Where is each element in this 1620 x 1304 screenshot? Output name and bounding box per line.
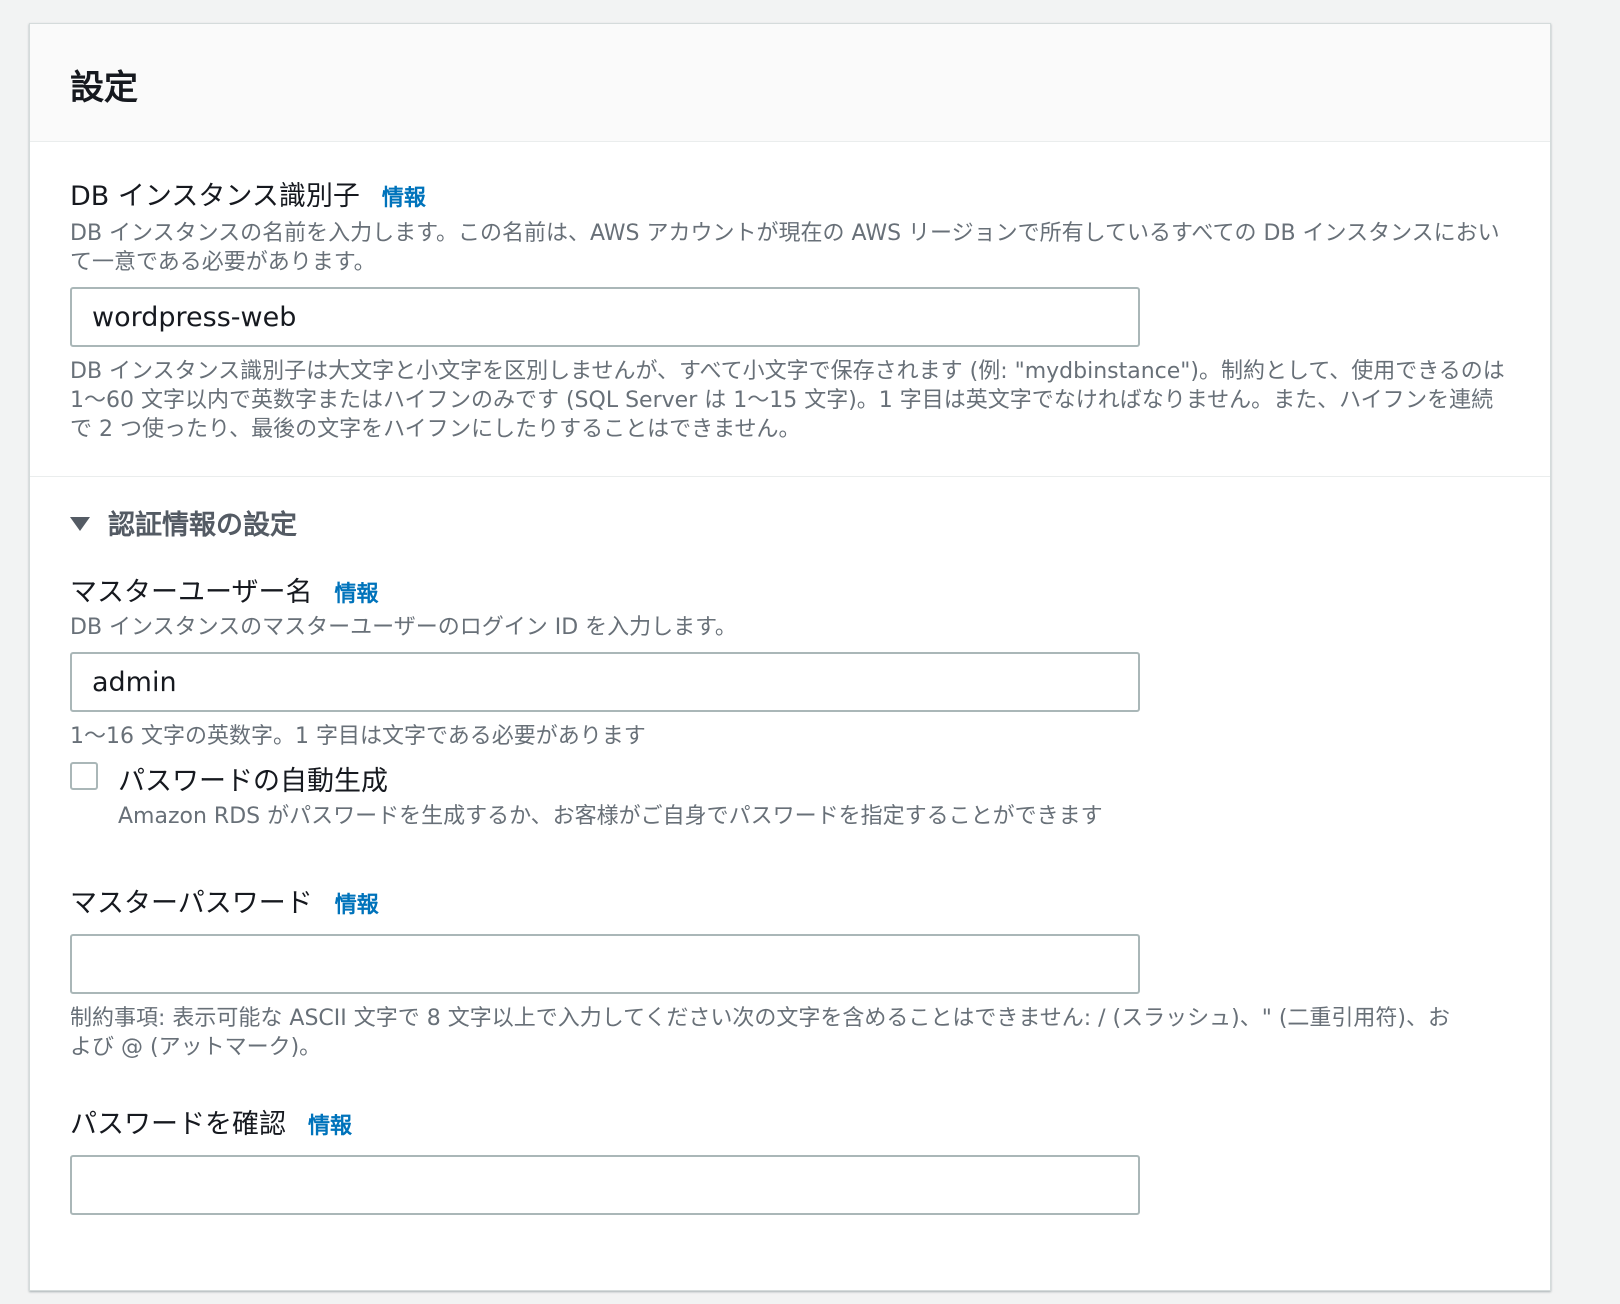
- auto-generate-password-description: Amazon RDS がパスワードを生成するか、お客様がご自身でパスワードを指定…: [118, 804, 1103, 829]
- page-title: 設定: [70, 68, 138, 108]
- confirm-password-info-link[interactable]: 情報: [308, 1108, 352, 1140]
- master-username-input[interactable]: admin: [70, 652, 1140, 712]
- master-username-label-row: マスターユーザー名 情報: [70, 570, 1510, 609]
- instance-identifier-info-link[interactable]: 情報: [382, 180, 426, 212]
- panel-header: 設定: [30, 24, 1550, 142]
- confirm-password-label: パスワードを確認: [70, 1109, 286, 1140]
- credentials-section: 認証情報の設定 マスターユーザー名 情報 DB インスタンスのマスターユーザーの…: [30, 477, 1550, 1215]
- credentials-expander[interactable]: 認証情報の設定: [70, 503, 1510, 542]
- master-username-constraint: 1〜16 文字の英数字。1 字目は文字である必要があります: [70, 724, 646, 749]
- confirm-password-input[interactable]: [70, 1155, 1140, 1215]
- instance-identifier-value: wordpress-web: [92, 301, 297, 333]
- master-username-info-link[interactable]: 情報: [334, 576, 378, 608]
- instance-identifier-description: DB インスタンスの名前を入力します。この名前は、AWS アカウントが現在の A…: [70, 221, 1500, 275]
- instance-identifier-label: DB インスタンス識別子: [70, 181, 360, 212]
- master-username-label: マスターユーザー名: [70, 577, 313, 608]
- auto-generate-password-option: パスワードの自動生成 Amazon RDS がパスワードを生成するか、お客様がご…: [70, 759, 1510, 831]
- master-password-constraint: 制約事項: 表示可能な ASCII 文字で 8 文字以上で入力してください次の文…: [70, 1006, 1451, 1060]
- master-password-input[interactable]: [70, 934, 1140, 994]
- instance-identifier-section: DB インスタンス識別子 情報 DB インスタンスの名前を入力します。この名前は…: [30, 142, 1550, 477]
- confirm-password-label-row: パスワードを確認 情報: [70, 1102, 1510, 1141]
- caret-down-icon: [70, 516, 90, 531]
- settings-panel: 設定 DB インスタンス識別子 情報 DB インスタンスの名前を入力します。この…: [29, 23, 1551, 1291]
- master-password-label: マスターパスワード: [70, 888, 313, 919]
- instance-identifier-input[interactable]: wordpress-web: [70, 287, 1140, 347]
- master-password-info-link[interactable]: 情報: [335, 887, 379, 919]
- instance-identifier-constraint: DB インスタンス識別子は大文字と小文字を区別しませんが、すべて小文字で保存され…: [70, 359, 1505, 442]
- auto-generate-password-checkbox[interactable]: [70, 762, 98, 790]
- master-username-description: DB インスタンスのマスターユーザーのログイン ID を入力します。: [70, 615, 737, 640]
- instance-identifier-label-row: DB インスタンス識別子 情報: [70, 174, 1510, 213]
- credentials-section-label: 認証情報の設定: [108, 510, 297, 541]
- auto-generate-password-label[interactable]: パスワードの自動生成: [118, 759, 1128, 798]
- master-username-value: admin: [92, 666, 177, 698]
- auto-generate-password-text: パスワードの自動生成 Amazon RDS がパスワードを生成するか、お客様がご…: [118, 759, 1128, 831]
- master-password-label-row: マスターパスワード 情報: [70, 881, 1510, 920]
